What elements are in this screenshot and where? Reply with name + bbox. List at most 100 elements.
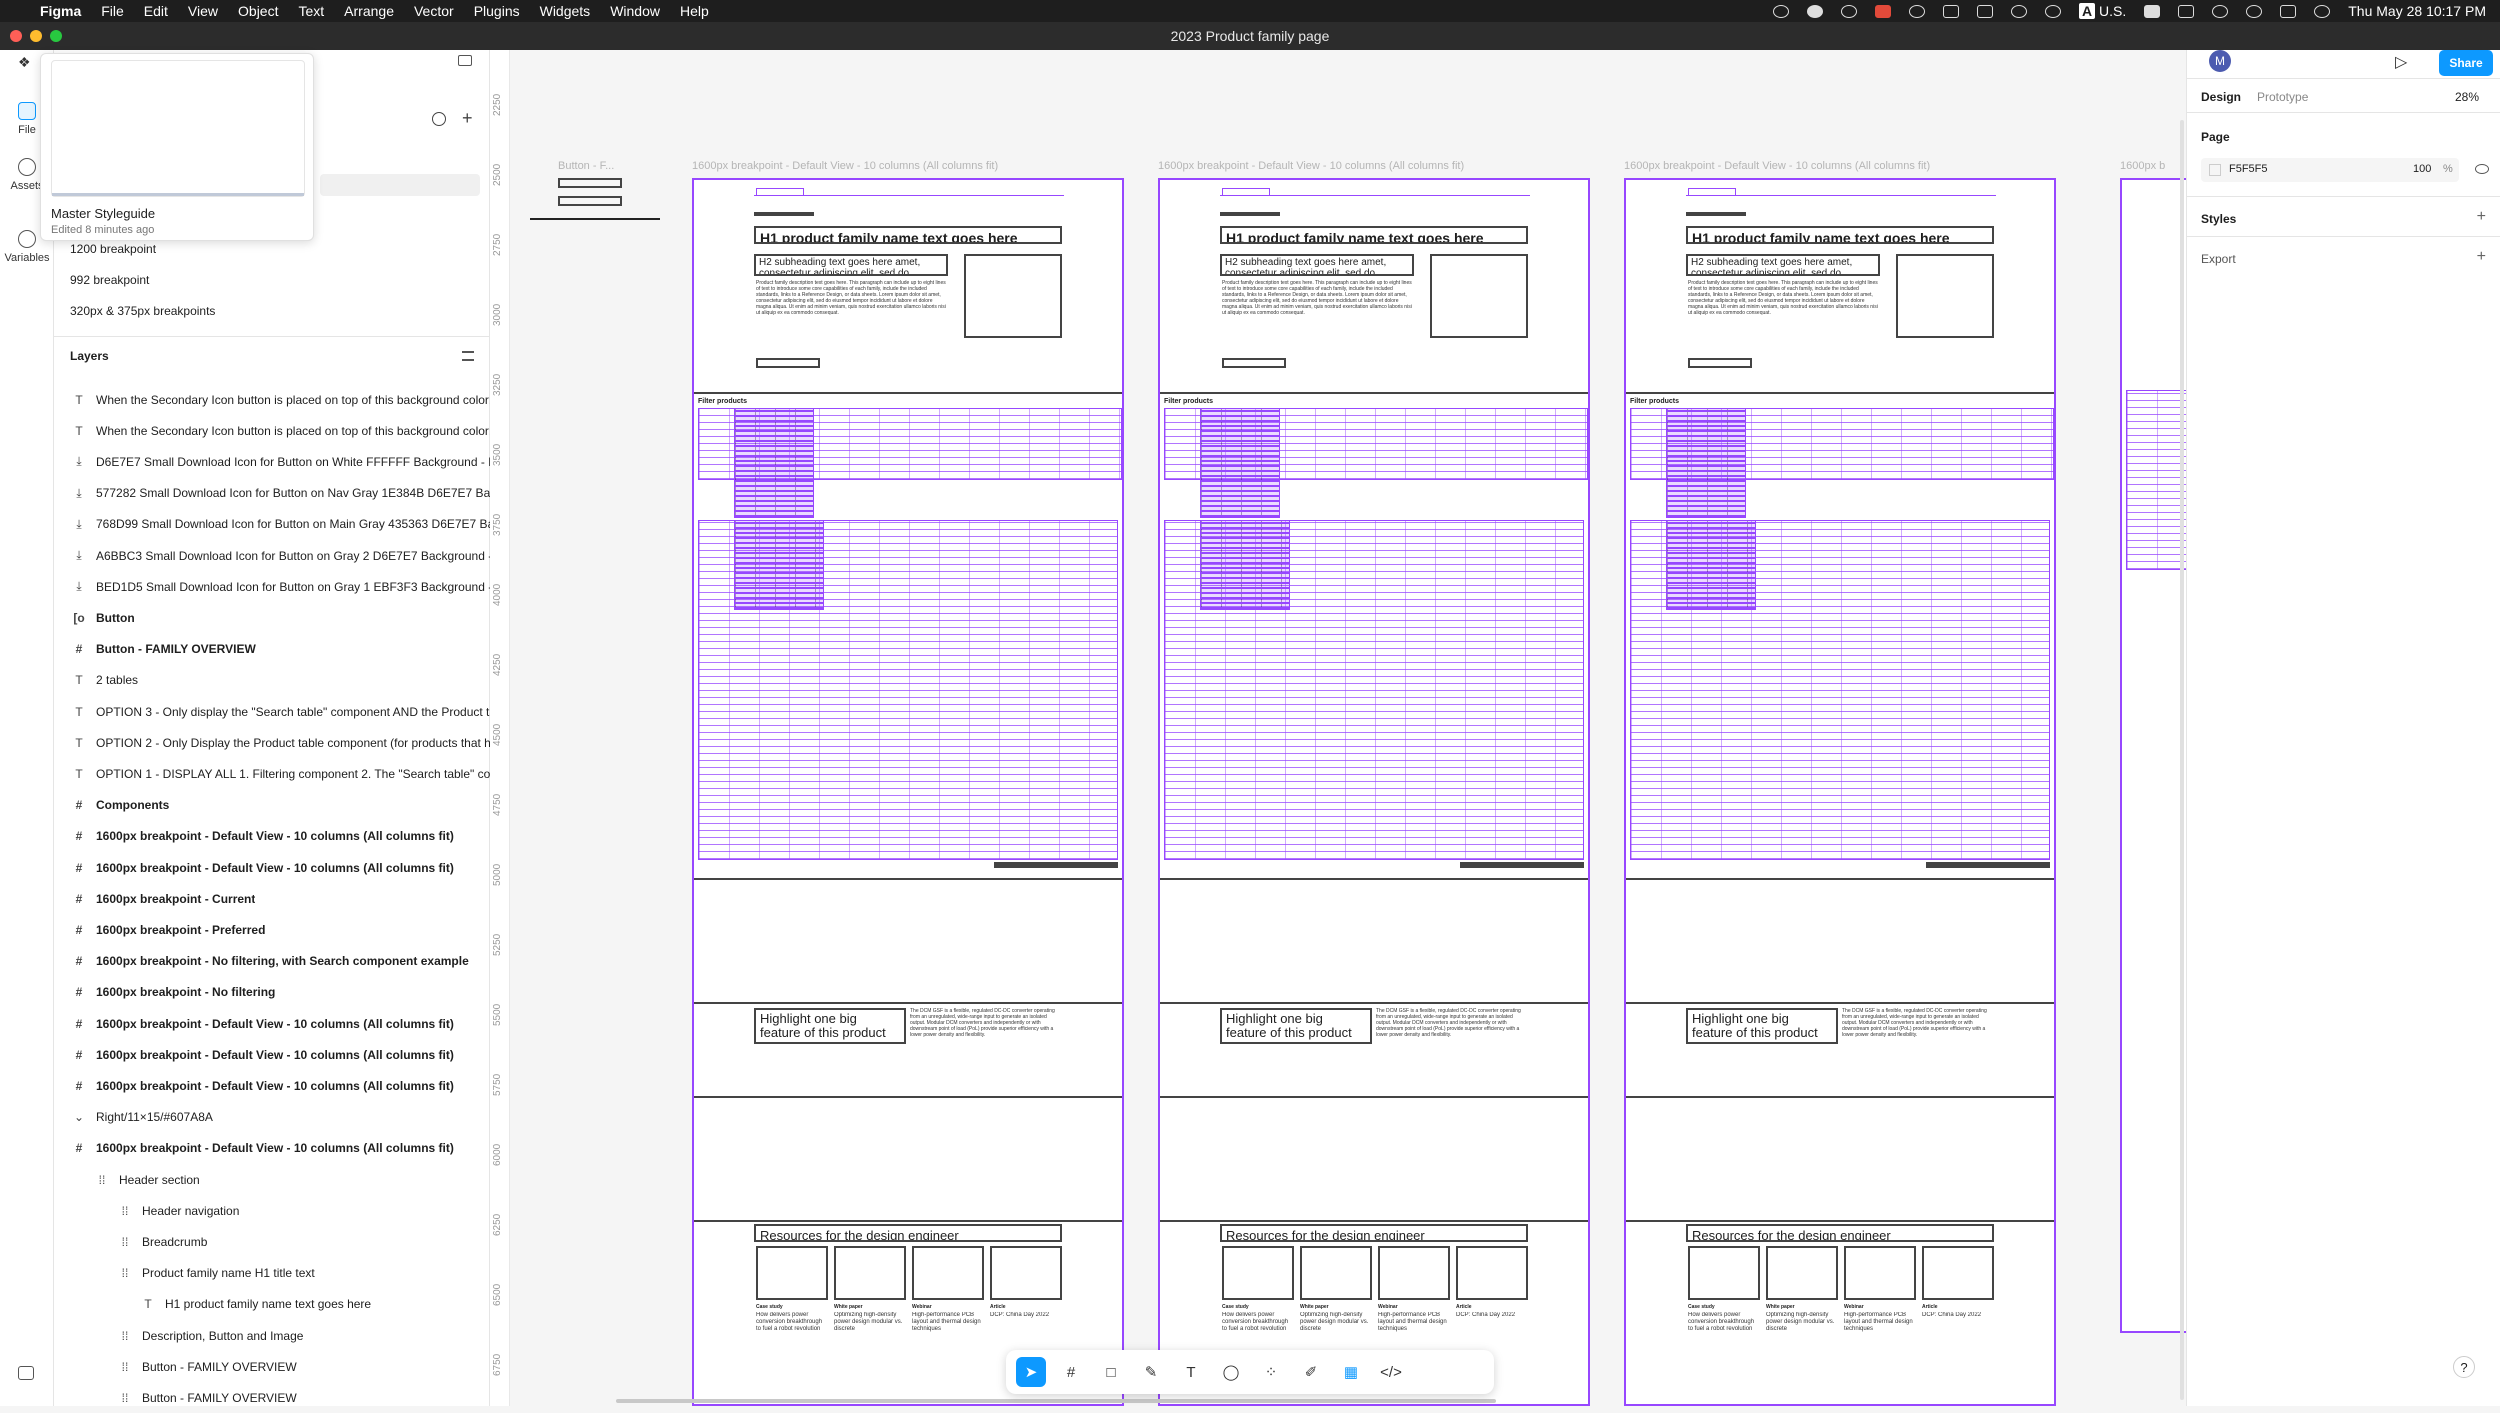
add-page-icon[interactable]: + — [462, 108, 473, 129]
layer-row[interactable]: ⤓ D6E7E7 Small Download Icon for Button o… — [54, 446, 490, 477]
menu-file[interactable]: File — [91, 3, 134, 19]
layer-row[interactable]: #1600px breakpoint - Preferred — [54, 914, 490, 945]
layer-row[interactable]: ⁞⁞ Button - FAMILY OVERVIEW — [54, 1382, 490, 1413]
layer-row[interactable]: ⁞⁞ Breadcrumb — [54, 1226, 490, 1257]
menu-app-name[interactable]: Figma — [30, 3, 91, 19]
frame-label[interactable]: 1600px breakpoint - Default View - 10 co… — [1158, 160, 1464, 172]
move-tool-icon[interactable]: ➤ — [1016, 1357, 1046, 1387]
layer-row[interactable]: ⁞⁞ Product family name H1 title text — [54, 1258, 490, 1289]
horizontal-scrollbar[interactable] — [616, 1399, 1496, 1403]
page-item[interactable]: 992 breakpoint — [70, 273, 149, 287]
menu-view[interactable]: View — [178, 3, 228, 19]
layer-row[interactable]: ⤓ 768D99 Small Download Icon for Button o… — [54, 509, 490, 540]
layer-row[interactable]: T When the Secondary Icon button is place… — [54, 415, 490, 446]
share-button[interactable]: Share — [2439, 50, 2493, 76]
frame-label[interactable]: 1600px breakpoint - Default View - 10 co… — [692, 160, 998, 172]
status-app-icon[interactable] — [1807, 4, 1823, 18]
vertical-scrollbar[interactable] — [2180, 120, 2184, 1400]
layer-row[interactable]: ⤓ A6BBC3 Small Download Icon for Button o… — [54, 540, 490, 571]
page-row-selected[interactable] — [320, 174, 480, 196]
layer-row[interactable]: T OPTION 3 - Only display the "Search tab… — [54, 696, 490, 727]
layer-row[interactable]: #1600px breakpoint - Default View - 10 c… — [54, 1039, 490, 1070]
menu-help[interactable]: Help — [670, 3, 719, 19]
layer-row[interactable]: #1600px breakpoint - Default View - 10 c… — [54, 821, 490, 852]
menu-object[interactable]: Object — [228, 3, 288, 19]
breakpoint-frame[interactable]: H1 product family name text goes here H2 … — [1158, 178, 1590, 1406]
layer-row[interactable]: ⤓ 577282 Small Download Icon for Button o… — [54, 478, 490, 509]
add-export-icon[interactable]: + — [2477, 248, 2486, 266]
siri-icon[interactable] — [2314, 4, 2331, 18]
moon-icon[interactable] — [2011, 4, 2027, 18]
page-color-field[interactable]: F5F5F5 100 % — [2201, 158, 2459, 182]
frame-label[interactable]: 1600px breakpoint - Default View - 10 co… — [1624, 160, 1930, 172]
breakpoint-frame[interactable]: H1 product family name text goes here H2 … — [692, 178, 1124, 1406]
layer-row[interactable]: #1600px breakpoint - Default View - 10 c… — [54, 1008, 490, 1039]
page-item[interactable]: 1200 breakpoint — [70, 242, 156, 256]
layer-row[interactable]: #1600px breakpoint - No filtering, with … — [54, 946, 490, 977]
layer-row[interactable]: # Components — [54, 790, 490, 821]
status-app-icon[interactable] — [1773, 4, 1789, 18]
frame-label[interactable]: Button - F... — [558, 160, 614, 172]
status-app-icon[interactable] — [1977, 4, 1993, 18]
present-icon[interactable]: ▷ — [2395, 52, 2407, 72]
page-color-hex[interactable]: F5F5F5 — [2229, 163, 2268, 175]
frame-label[interactable]: 1600px b — [2120, 160, 2165, 172]
menu-text[interactable]: Text — [288, 3, 334, 19]
layer-row[interactable]: ⁞⁞ Header navigation — [54, 1195, 490, 1226]
layer-row[interactable]: #1600px breakpoint - Default View - 10 c… — [54, 852, 490, 883]
layers-sort-icon[interactable] — [462, 351, 474, 361]
layout-toggle-icon[interactable] — [18, 1366, 34, 1380]
menu-widgets[interactable]: Widgets — [530, 3, 601, 19]
menu-plugins[interactable]: Plugins — [464, 3, 530, 19]
rectangle-tool-icon[interactable]: □ — [1096, 1357, 1126, 1387]
layer-row[interactable]: T When the Secondary Icon button is place… — [54, 384, 490, 415]
dev-mode-icon[interactable]: </> — [1376, 1357, 1406, 1387]
figma-menu-icon[interactable]: ❖ — [18, 54, 36, 72]
eye-icon[interactable] — [2475, 164, 2489, 174]
layer-row[interactable]: T OPTION 2 - Only Display the Product tab… — [54, 727, 490, 758]
layer-row[interactable]: T H1 product family name text goes here — [54, 1289, 490, 1320]
layer-row[interactable]: ⁞⁞ Header section — [54, 1164, 490, 1195]
search-icon[interactable] — [432, 112, 446, 126]
menu-arrange[interactable]: Arrange — [334, 3, 404, 19]
comment-tool-icon[interactable]: ◯ — [1216, 1357, 1246, 1387]
tab-prototype[interactable]: Prototype — [2257, 90, 2308, 104]
design-canvas[interactable]: 2250 2500 2750 3000 3250 3500 3750 4000 4250 4500… — [490, 50, 2186, 1406]
color-swatch[interactable] — [2209, 164, 2221, 176]
layer-row[interactable]: #1600px breakpoint - Default View - 10 c… — [54, 1070, 490, 1101]
menu-window[interactable]: Window — [600, 3, 670, 19]
frame-tool-icon[interactable]: # — [1056, 1357, 1086, 1387]
frame-partial[interactable] — [2120, 178, 2186, 1333]
status-app-icon[interactable] — [1841, 4, 1857, 18]
add-style-icon[interactable]: + — [2477, 208, 2486, 226]
pen-tool-icon[interactable]: ✎ — [1136, 1357, 1166, 1387]
text-tool-icon[interactable]: T — [1176, 1357, 1206, 1387]
status-app-icon[interactable] — [1909, 4, 1925, 18]
layer-row[interactable]: ⌄ Right/11×15/#607A8A — [54, 1102, 490, 1133]
zoom-level[interactable]: 28% — [2455, 90, 2479, 104]
layer-row[interactable]: # Button - FAMILY OVERVIEW — [54, 634, 490, 665]
wifi-icon[interactable] — [2212, 4, 2229, 18]
clock[interactable]: Thu May 28 10:17 PM — [2348, 3, 2486, 19]
help-button[interactable]: ? — [2453, 1356, 2475, 1378]
tab-design[interactable]: Design — [2201, 90, 2241, 104]
design-mode-icon[interactable]: ▦ — [1336, 1357, 1366, 1387]
layer-row[interactable]: ⁞⁞ Button - FAMILY OVERVIEW — [54, 1351, 490, 1382]
layer-row[interactable]: ⁞⁞ Description, Button and Image — [54, 1320, 490, 1351]
battery-icon[interactable] — [2144, 4, 2161, 18]
layer-row[interactable]: ⤓ BED1D5 Small Download Icon for Button o… — [54, 571, 490, 602]
layer-row[interactable]: #1600px breakpoint - No filtering — [54, 977, 490, 1008]
page-opacity[interactable]: 100 — [2413, 163, 2431, 175]
actions-icon[interactable]: ⁘ — [1256, 1357, 1286, 1387]
breakpoint-frame[interactable]: H1 product family name text goes here H2 … — [1624, 178, 2056, 1406]
bluetooth-icon[interactable] — [2178, 4, 2195, 18]
play-icon[interactable] — [2045, 4, 2061, 18]
page-item[interactable]: 320px & 375px breakpoints — [70, 304, 215, 318]
control-center-icon[interactable] — [2280, 4, 2297, 18]
menu-edit[interactable]: Edit — [134, 3, 178, 19]
layer-row[interactable]: #1600px breakpoint - Default View - 10 c… — [54, 1133, 490, 1164]
file-info-card[interactable]: Master Styleguide Edited 8 minutes ago — [40, 53, 314, 241]
status-app-icon[interactable] — [1875, 4, 1891, 18]
status-app-icon[interactable] — [1943, 4, 1959, 18]
panel-toggle-icon[interactable] — [458, 55, 472, 66]
